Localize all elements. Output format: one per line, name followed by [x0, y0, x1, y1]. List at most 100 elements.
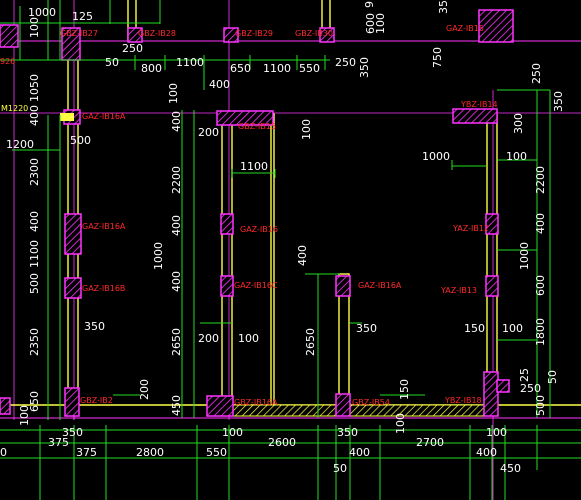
tag-gbz-ib2: GBZ-IB2	[80, 396, 113, 405]
tag-gbz-ib54: GBZ-IB54	[352, 398, 390, 407]
dim-500-r: 500	[534, 395, 547, 416]
dim-100-b: 100	[18, 405, 31, 426]
dim-375-b: 375	[76, 446, 97, 459]
dim-150: 150	[464, 322, 485, 335]
tag-gbz-ib30: GBZ-IB30	[295, 29, 333, 38]
dim-1200: 1200	[6, 138, 34, 151]
dim-100-b2: 100	[222, 426, 243, 439]
dim-500-left: 500	[70, 134, 91, 147]
tag-gaz-ib16a-1: GAZ-IB16A	[82, 112, 126, 121]
dim-450: 450	[170, 395, 183, 416]
dim-400-b2: 400	[476, 446, 497, 459]
dim-400-left-a: 400	[28, 105, 41, 126]
dim-400-c4: 400	[296, 245, 309, 266]
dim-250-top-b: 250	[335, 56, 356, 69]
tag-gbz-ib15: GBZ-IB15	[238, 122, 276, 131]
tag-gbz-ib29: GBZ-IB29	[235, 29, 273, 38]
dim-200-c2: 200	[198, 332, 219, 345]
dim-350-top-b: 350	[358, 57, 371, 78]
dim-400-r: 400	[534, 213, 547, 234]
dimension-lines	[0, 0, 581, 500]
dim-1800: 1800	[534, 318, 547, 346]
dim-250-top: 250	[122, 42, 143, 55]
dim-150-b: 150	[398, 379, 411, 400]
tag-gaz-ib15: GAZ-IB15	[446, 24, 484, 33]
axis-lines	[0, 0, 581, 500]
tag-gaz-ib16c: GAZ-IB16C	[234, 281, 278, 290]
cad-drawing-canvas[interactable]: GBZ-IB27 GBZ-IB28 GBZ-IB29 GBZ-IB30 GAZ-…	[0, 0, 581, 500]
dim-2350: 2350	[28, 328, 41, 356]
dim-1000-r2: 1000	[518, 242, 531, 270]
dim-50-top: 50	[105, 56, 119, 69]
dim-2650-a: 2650	[170, 328, 183, 356]
dim-50-r: 50	[546, 370, 559, 384]
dim-400-top: 400	[209, 78, 230, 91]
tag-gbz-ib27: GBZ-IB27	[60, 29, 98, 38]
dim-1000-r: 1000	[422, 150, 450, 163]
dim-1100-a: 1100	[176, 56, 204, 69]
dim-800: 800	[141, 62, 162, 75]
tag-m1220: M1220	[1, 104, 28, 113]
dim-2700: 2700	[416, 436, 444, 449]
dim-400-b: 400	[349, 446, 370, 459]
dim-400-c1: 400	[170, 111, 183, 132]
tag-yaz-ib13: YAZ-IB13	[440, 286, 477, 295]
dim-2200-r: 2200	[534, 166, 547, 194]
dim-550-b: 550	[206, 446, 227, 459]
dim-100-c1: 100	[167, 83, 180, 104]
dim-300-r: 300	[512, 113, 525, 134]
dim-1100-c: 1100	[240, 160, 268, 173]
dim-350-c2: 350	[356, 322, 377, 335]
dim-100-b3: 100	[394, 413, 407, 434]
tag-yaz-ib12: YAZ-IB12	[452, 224, 489, 233]
dim-200-b: 200	[138, 379, 151, 400]
tag-gaz-ib16: GAZ-IB16	[240, 225, 278, 234]
dim-350-r: 350	[552, 91, 565, 112]
dim-250-r2: 250	[520, 382, 541, 395]
dim-0-b: 0	[0, 446, 7, 459]
dim-350-c: 350	[84, 320, 105, 333]
dim-1000-c: 1000	[152, 242, 165, 270]
dim-375-a: 375	[48, 436, 69, 449]
dim-2200-c: 2200	[170, 166, 183, 194]
dim-50-b: 50	[333, 462, 347, 475]
dim-100-r1: 100	[374, 13, 387, 34]
tag-gaz-ib16a-2: GAZ-IB16A	[82, 222, 126, 231]
dim-1050: 1050	[28, 74, 41, 102]
tag-gbz-ib16a: GBZ-IB16A	[234, 398, 278, 407]
tag-gaz-ib16b: GAZ-IB16B	[82, 284, 125, 293]
dim-100-r3: 100	[502, 322, 523, 335]
tag-ybz-ib18: YBZ-IB18	[444, 396, 482, 405]
dim-350-b2: 350	[337, 426, 358, 439]
dim-2600: 2600	[268, 436, 296, 449]
dim-100-r2: 100	[506, 150, 527, 163]
dim-100-c2: 100	[300, 119, 313, 140]
dim-2650-b: 2650	[304, 328, 317, 356]
dim-1100-left: 1100	[28, 240, 41, 268]
dim-100-b4: 100	[486, 426, 507, 439]
tag-gbz-ib28: GBZ-IB28	[138, 29, 176, 38]
dim-1100-b: 1100	[263, 62, 291, 75]
dim-2300: 2300	[28, 158, 41, 186]
tag-926: 926	[0, 57, 15, 66]
dim-550-top: 550	[299, 62, 320, 75]
dim-125: 125	[72, 10, 93, 23]
dim-350-topright: 350	[437, 0, 450, 14]
dim-450-b: 450	[500, 462, 521, 475]
dim-400-c2: 400	[170, 215, 183, 236]
dim-25: 25	[518, 368, 531, 382]
dim-250-r: 250	[530, 63, 543, 84]
dim-200-c1: 200	[198, 126, 219, 139]
dim-9: 9	[363, 1, 376, 8]
dim-100-c3: 100	[238, 332, 259, 345]
dim-500-left-b: 500	[28, 273, 41, 294]
dim-750: 750	[431, 47, 444, 68]
dim-2800: 2800	[136, 446, 164, 459]
tag-gaz-ib16a-3: GAZ-IB16A	[358, 281, 402, 290]
columns	[0, 9, 514, 417]
dim-100-left-top: 100	[28, 17, 41, 38]
dim-600-r: 600	[534, 275, 547, 296]
dim-650-top: 650	[230, 62, 251, 75]
tag-ybz-ib14: YBZ-IB14	[460, 100, 498, 109]
dim-400-c3: 400	[170, 271, 183, 292]
